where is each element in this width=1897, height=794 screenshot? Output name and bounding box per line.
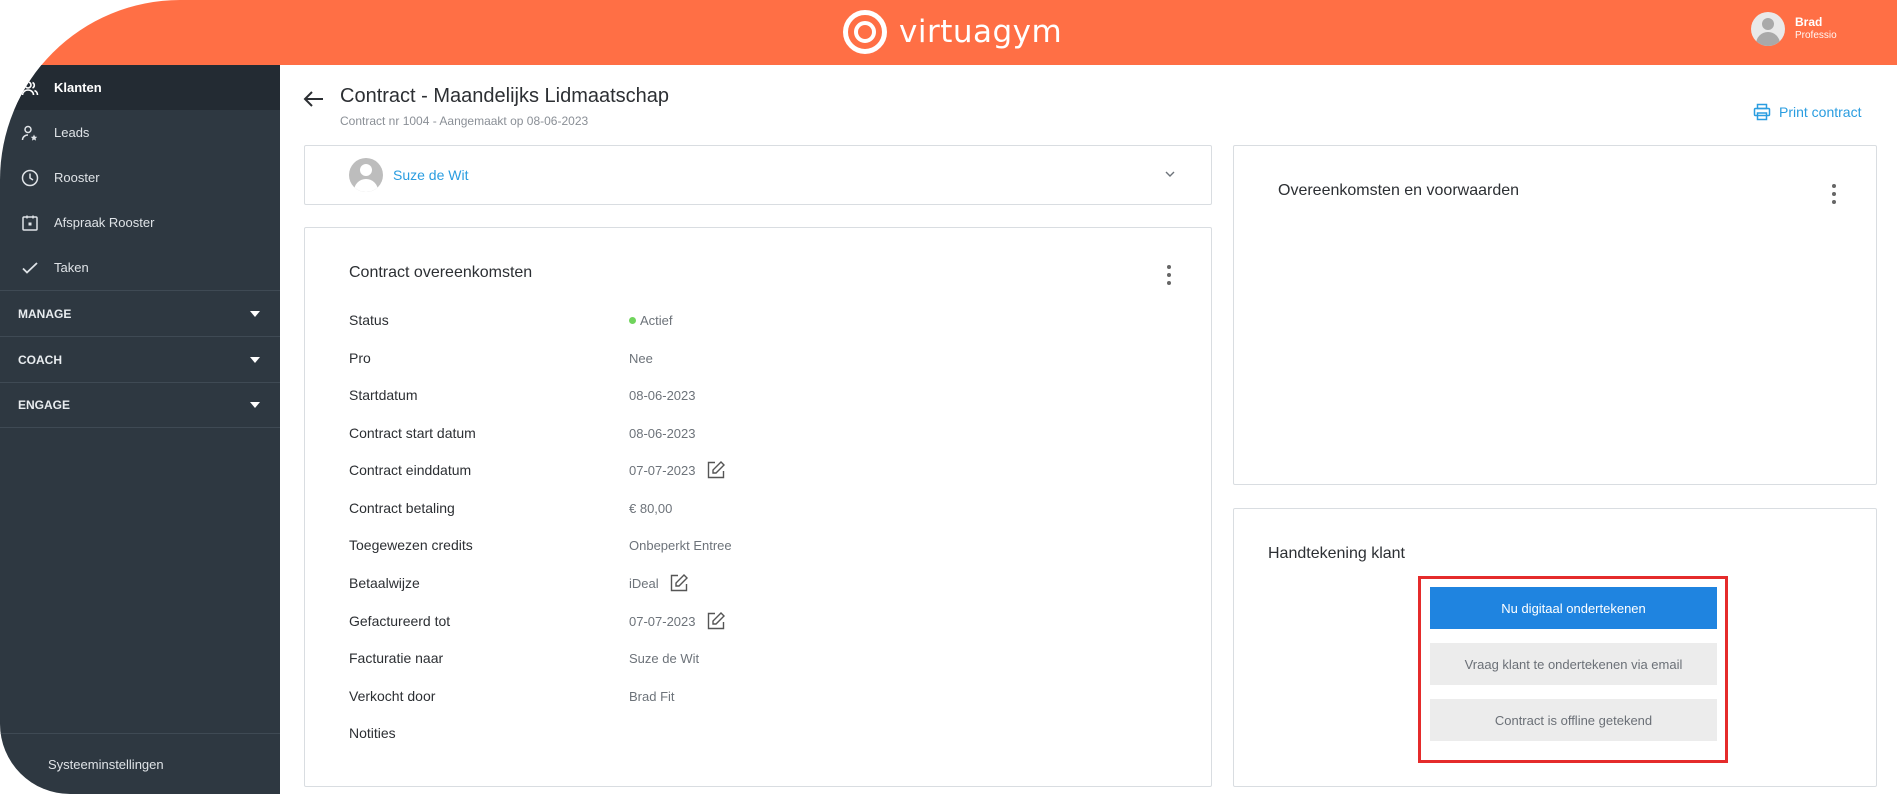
- terms-card: Overeenkomsten en voorwaarden: [1233, 145, 1877, 485]
- field-label: Startdatum: [349, 387, 418, 403]
- field-status: Status Actief: [349, 308, 949, 332]
- chevron-down-icon[interactable]: [1162, 166, 1178, 182]
- user-avatar-icon: [1751, 12, 1785, 46]
- sidebar-section-manage[interactable]: MANAGE: [0, 290, 280, 336]
- caret-down-icon: [250, 402, 260, 408]
- field-value: Nee: [629, 350, 653, 366]
- request-email-signature-button[interactable]: Vraag klant te ondertekenen via email: [1430, 643, 1717, 685]
- logo-text: virtuagym: [899, 14, 1063, 50]
- sidebar: Klanten Leads Rooster Afspraak Rooster T…: [0, 65, 280, 794]
- section-label: MANAGE: [18, 306, 72, 321]
- field-verkocht-door: Verkocht door Brad Fit: [349, 684, 949, 708]
- field-startdatum: Startdatum 08-06-2023: [349, 383, 949, 407]
- sidebar-item-rooster[interactable]: Rooster: [0, 155, 280, 200]
- field-value: Onbeperkt Entree: [629, 537, 732, 553]
- field-label: Toegewezen credits: [349, 537, 473, 553]
- field-label: Facturatie naar: [349, 650, 444, 666]
- field-contract-einddatum: Contract einddatum 07-07-2023: [349, 458, 949, 482]
- sidebar-item-afspraak-rooster[interactable]: Afspraak Rooster: [0, 200, 280, 245]
- field-value: Suze de Wit: [629, 650, 700, 666]
- field-value: € 80,00: [629, 500, 673, 516]
- edit-icon[interactable]: [706, 611, 726, 631]
- field-betaalwijze: Betaalwijze iDeal: [349, 571, 949, 595]
- field-value: Actief: [640, 312, 673, 328]
- section-label: ENGAGE: [18, 398, 71, 412]
- client-avatar-icon: [349, 158, 383, 192]
- app-window: virtuagym Brad Professio Klanten Leads R…: [0, 0, 1897, 794]
- sign-now-button[interactable]: Nu digitaal ondertekenen: [1430, 587, 1717, 629]
- user-menu[interactable]: Brad Professio: [1751, 12, 1837, 46]
- field-gefactureerd-tot: Gefactureerd tot 07-07-2023: [349, 609, 949, 633]
- page-subtitle: Contract nr 1004 - Aangemaakt op 08-06-2…: [340, 114, 589, 128]
- field-pro: Pro Nee: [349, 346, 949, 370]
- sidebar-item-label: Taken: [54, 260, 89, 275]
- client-name[interactable]: Suze de Wit: [393, 167, 468, 183]
- check-icon: [20, 258, 40, 278]
- field-value: 07-07-2023: [629, 462, 696, 478]
- contract-card-title: Contract overeenkomsten: [349, 264, 533, 281]
- caret-down-icon: [250, 356, 260, 363]
- sidebar-item-leads[interactable]: Leads: [0, 110, 280, 155]
- caret-down-icon: [250, 310, 260, 317]
- sidebar-item-klanten[interactable]: Klanten: [0, 65, 280, 110]
- field-label: Notities: [349, 725, 396, 741]
- field-notities: Notities: [349, 721, 949, 745]
- field-label: Pro: [349, 350, 371, 366]
- field-toegewezen-credits: Toegewezen credits Onbeperkt Entree: [349, 533, 949, 557]
- section-label: COACH: [18, 352, 62, 367]
- sidebar-item-taken[interactable]: Taken: [0, 245, 280, 290]
- field-label: Contract betaling: [349, 500, 455, 516]
- field-value: 08-06-2023: [629, 387, 696, 403]
- back-arrow-icon[interactable]: [302, 87, 326, 111]
- field-contract-betaling: Contract betaling € 80,00: [349, 496, 949, 520]
- more-options-icon[interactable]: [1166, 265, 1172, 285]
- print-contract-button[interactable]: Print contract: [1753, 103, 1861, 121]
- field-label: Contract start datum: [349, 425, 476, 441]
- logo-mark-icon: [843, 10, 887, 54]
- clock-icon: [20, 168, 40, 188]
- sidebar-item-label: Systeeminstellingen: [48, 756, 164, 772]
- sidebar-section-coach[interactable]: COACH: [0, 336, 280, 382]
- calendar-icon: [20, 213, 40, 233]
- field-value: iDeal: [629, 575, 659, 591]
- field-value: Brad Fit: [629, 688, 675, 704]
- main-content: Contract - Maandelijks Lidmaatschap Cont…: [280, 65, 1897, 794]
- field-label: Contract einddatum: [349, 462, 472, 478]
- field-value: 07-07-2023: [629, 613, 696, 629]
- signature-title: Handtekening klant: [1268, 545, 1405, 562]
- printer-icon: [1753, 103, 1771, 121]
- sidebar-item-label: Leads: [54, 125, 90, 140]
- field-label: Status: [349, 312, 389, 328]
- edit-icon[interactable]: [706, 460, 726, 480]
- user-star-icon: [20, 123, 40, 143]
- signed-offline-button[interactable]: Contract is offline getekend: [1430, 699, 1717, 741]
- sidebar-item-label: Klanten: [54, 80, 102, 95]
- user-role: Professio: [1795, 30, 1837, 41]
- field-label: Betaalwijze: [349, 575, 420, 591]
- edit-icon[interactable]: [669, 573, 689, 593]
- field-value: 08-06-2023: [629, 425, 696, 441]
- status-dot-icon: [629, 316, 636, 324]
- contract-details-card: Contract overeenkomsten Status Actief Pr…: [304, 227, 1212, 787]
- more-options-icon[interactable]: [1831, 184, 1837, 204]
- field-label: Gefactureerd tot: [349, 613, 451, 629]
- print-contract-label: Print contract: [1779, 104, 1862, 120]
- users-icon: [20, 78, 40, 98]
- page-header: Contract - Maandelijks Lidmaatschap Cont…: [302, 85, 669, 128]
- field-contract-start-datum: Contract start datum 08-06-2023: [349, 421, 949, 445]
- sidebar-item-systeeminstellingen[interactable]: Systeeminstellingen: [0, 733, 280, 794]
- sidebar-item-label: Afspraak Rooster: [54, 215, 155, 230]
- sidebar-section-engage[interactable]: ENGAGE: [0, 382, 280, 428]
- field-label: Verkocht door: [349, 688, 436, 704]
- app-logo[interactable]: virtuagym: [843, 9, 1062, 55]
- field-facturatie-naar: Facturatie naar Suze de Wit: [349, 646, 949, 670]
- terms-title: Overeenkomsten en voorwaarden: [1278, 182, 1520, 199]
- page-title: Contract - Maandelijks Lidmaatschap: [340, 85, 670, 107]
- sidebar-item-label: Rooster: [54, 170, 100, 185]
- user-name: Brad: [1795, 15, 1823, 29]
- top-bar: virtuagym Brad Professio: [0, 0, 1897, 65]
- client-selector[interactable]: Suze de Wit: [304, 145, 1212, 205]
